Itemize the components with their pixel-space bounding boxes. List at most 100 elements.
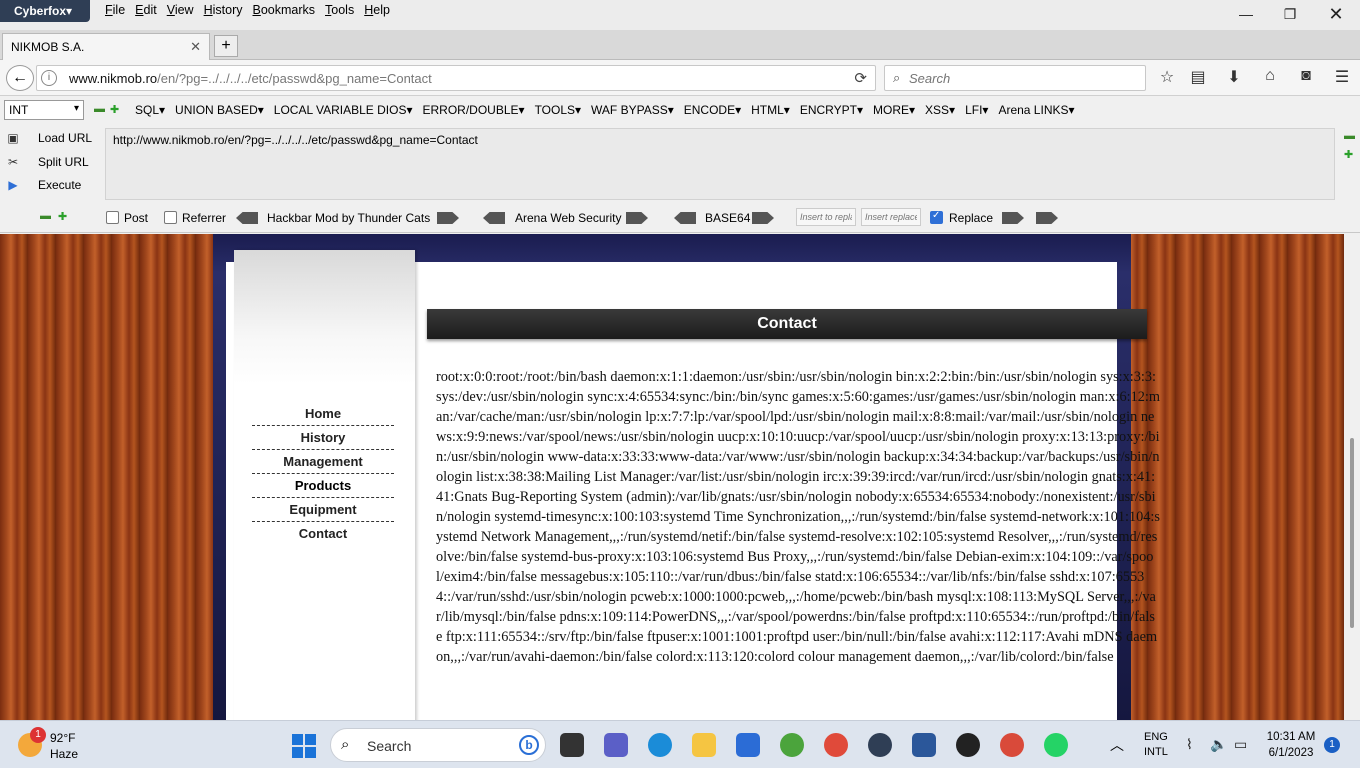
menu-tools-hb[interactable]: TOOLS▾ [530, 101, 586, 119]
menu-encode[interactable]: ENCODE▾ [679, 101, 746, 119]
cyberfox-icon[interactable] [868, 733, 892, 757]
menu-arena-links[interactable]: Arena LINKS▾ [993, 101, 1079, 119]
media-player-icon[interactable] [956, 733, 980, 757]
back-arrow-icon[interactable]: ← [6, 65, 34, 91]
menu-view[interactable]: View [162, 0, 199, 22]
scrollbar-thumb[interactable] [1350, 438, 1354, 628]
whatsapp-icon[interactable] [1044, 733, 1068, 757]
notification-badge[interactable]: 1 [1324, 737, 1340, 753]
menu-waf-bypass[interactable]: WAF BYPASS▾ [586, 101, 679, 119]
menu-union-based[interactable]: UNION BASED▾ [170, 101, 269, 119]
hackbar-url-textarea[interactable]: http://www.nikmob.ro/en/?pg=../../../../… [105, 128, 1335, 200]
reload-icon[interactable]: ⟳ [854, 69, 867, 87]
language-indicator[interactable]: ENG INTL [1144, 730, 1168, 760]
right-plus-icon[interactable]: ✚ [1344, 148, 1353, 161]
search-icon: ⌕ [341, 736, 350, 753]
menu-help[interactable]: Help [359, 0, 395, 22]
wifi-icon[interactable]: ⌇ [1186, 736, 1193, 753]
insert-to-replace-input[interactable] [796, 208, 856, 226]
post-checkbox[interactable] [106, 211, 119, 224]
nav-management[interactable]: Management [252, 450, 394, 474]
menu-lfi[interactable]: LFI▾ [960, 101, 993, 119]
chrome-icon[interactable] [824, 733, 848, 757]
tab-close-icon[interactable]: ✕ [190, 39, 201, 55]
clock-date: 6/1/2023 [1268, 747, 1314, 759]
home-icon[interactable]: ⌂ [1259, 67, 1281, 89]
plus-icon[interactable]: ✚ [110, 103, 119, 116]
maximize-icon[interactable]: ❐ [1268, 2, 1312, 26]
menu-local-variable-dios[interactable]: LOCAL VARIABLE DIOS▾ [269, 101, 418, 119]
tab-nikmob[interactable]: NIKMOB S.A. ✕ [2, 33, 210, 60]
hackbar-menus: SQL▾ UNION BASED▾ LOCAL VARIABLE DIOS▾ E… [130, 101, 1080, 119]
tray-overflow-icon[interactable]: ︿ [1110, 735, 1124, 755]
search-box[interactable]: ⌕ [884, 65, 1146, 91]
load-url-button[interactable]: ▣ Load URL [2, 128, 102, 150]
weather-widget[interactable]: 1 92°F Haze [18, 727, 118, 763]
url-bar[interactable]: i www.nikmob.ro/en/?pg=../../../../etc/p… [36, 65, 876, 91]
menu-list: File Edit View History Bookmarks Tools H… [100, 0, 395, 22]
chrome-profile-icon[interactable] [1000, 733, 1024, 757]
toolbar-end-icon[interactable] [1036, 212, 1058, 224]
site-nav-panel: Home History Management Products Equipme… [234, 250, 415, 720]
menu-html[interactable]: HTML▾ [746, 101, 795, 119]
menu-tools[interactable]: Tools [320, 0, 359, 22]
new-tab-button[interactable]: + [214, 35, 238, 57]
download-icon[interactable]: ⬇ [1223, 67, 1245, 89]
hamburger-menu-icon[interactable]: ☰ [1331, 67, 1353, 89]
word-icon[interactable] [912, 733, 936, 757]
file-explorer-icon[interactable] [692, 733, 716, 757]
clock-time: 10:31 AM [1266, 731, 1316, 743]
arrow-left-icon [483, 212, 505, 224]
menu-history[interactable]: History [199, 0, 248, 22]
site-nav: Home History Management Products Equipme… [252, 402, 394, 546]
play-icon: ▶ [8, 178, 18, 192]
nav-contact[interactable]: Contact [252, 522, 394, 546]
options-minus-icon[interactable]: ▬ [40, 210, 51, 222]
arrow-right-icon [752, 212, 774, 224]
split-url-button[interactable]: ✂ Split URL [2, 152, 102, 174]
task-view-icon[interactable] [560, 733, 584, 757]
insert-replace-input[interactable] [861, 208, 921, 226]
taskbar-search-label: Search [367, 738, 412, 754]
referrer-checkbox[interactable] [164, 211, 177, 224]
reading-list-icon[interactable]: ▤ [1187, 67, 1209, 89]
options-plus-icon[interactable]: ✚ [58, 210, 67, 223]
menu-encrypt[interactable]: ENCRYPT▾ [795, 101, 868, 119]
start-windows-icon[interactable] [292, 734, 316, 758]
menu-xss[interactable]: XSS▾ [920, 101, 960, 119]
menu-file[interactable]: File [100, 0, 130, 22]
taskbar-search[interactable]: ⌕ Search b [330, 728, 546, 762]
nav-bar: ← i www.nikmob.ro/en/?pg=../../../../etc… [0, 60, 1360, 96]
execute-button[interactable]: ▶ Execute [2, 175, 102, 197]
app-menu-button[interactable]: Cyberfox▾ [0, 0, 90, 22]
replace-go-icon[interactable] [1002, 212, 1024, 224]
minus-icon[interactable]: ▬ [94, 103, 105, 115]
menu-sql[interactable]: SQL▾ [130, 101, 170, 119]
volume-icon[interactable]: 🔈 [1210, 736, 1227, 753]
teams-icon[interactable] [604, 733, 628, 757]
type-select[interactable]: INT ▾ [4, 100, 84, 120]
menu-error-double[interactable]: ERROR/DOUBLE▾ [418, 101, 530, 119]
search-input[interactable] [909, 69, 1139, 87]
edge-icon[interactable] [648, 733, 672, 757]
menu-edit[interactable]: Edit [130, 0, 162, 22]
nav-products[interactable]: Products [252, 474, 394, 498]
minimize-icon[interactable]: — [1224, 2, 1268, 26]
search-icon: ⌕ [893, 70, 901, 85]
store-icon[interactable] [736, 733, 760, 757]
menu-more[interactable]: MORE▾ [868, 101, 920, 119]
nav-equipment[interactable]: Equipment [252, 498, 394, 522]
bing-icon: b [519, 735, 539, 755]
battery-icon[interactable]: ▭ [1234, 736, 1247, 753]
pocket-icon[interactable]: ◙ [1295, 67, 1317, 89]
nav-home[interactable]: Home [252, 402, 394, 426]
replace-checkbox[interactable] [930, 210, 943, 224]
menu-bookmarks[interactable]: Bookmarks [248, 0, 321, 22]
right-minus-icon[interactable]: ▬ [1344, 130, 1355, 142]
nav-history[interactable]: History [252, 426, 394, 450]
clock[interactable]: 10:31 AM 6/1/2023 [1262, 729, 1320, 761]
bookmark-star-icon[interactable]: ☆ [1156, 67, 1178, 89]
utorrent-icon[interactable] [780, 733, 804, 757]
close-icon[interactable]: ✕ [1314, 2, 1358, 26]
info-icon[interactable]: i [41, 70, 57, 86]
